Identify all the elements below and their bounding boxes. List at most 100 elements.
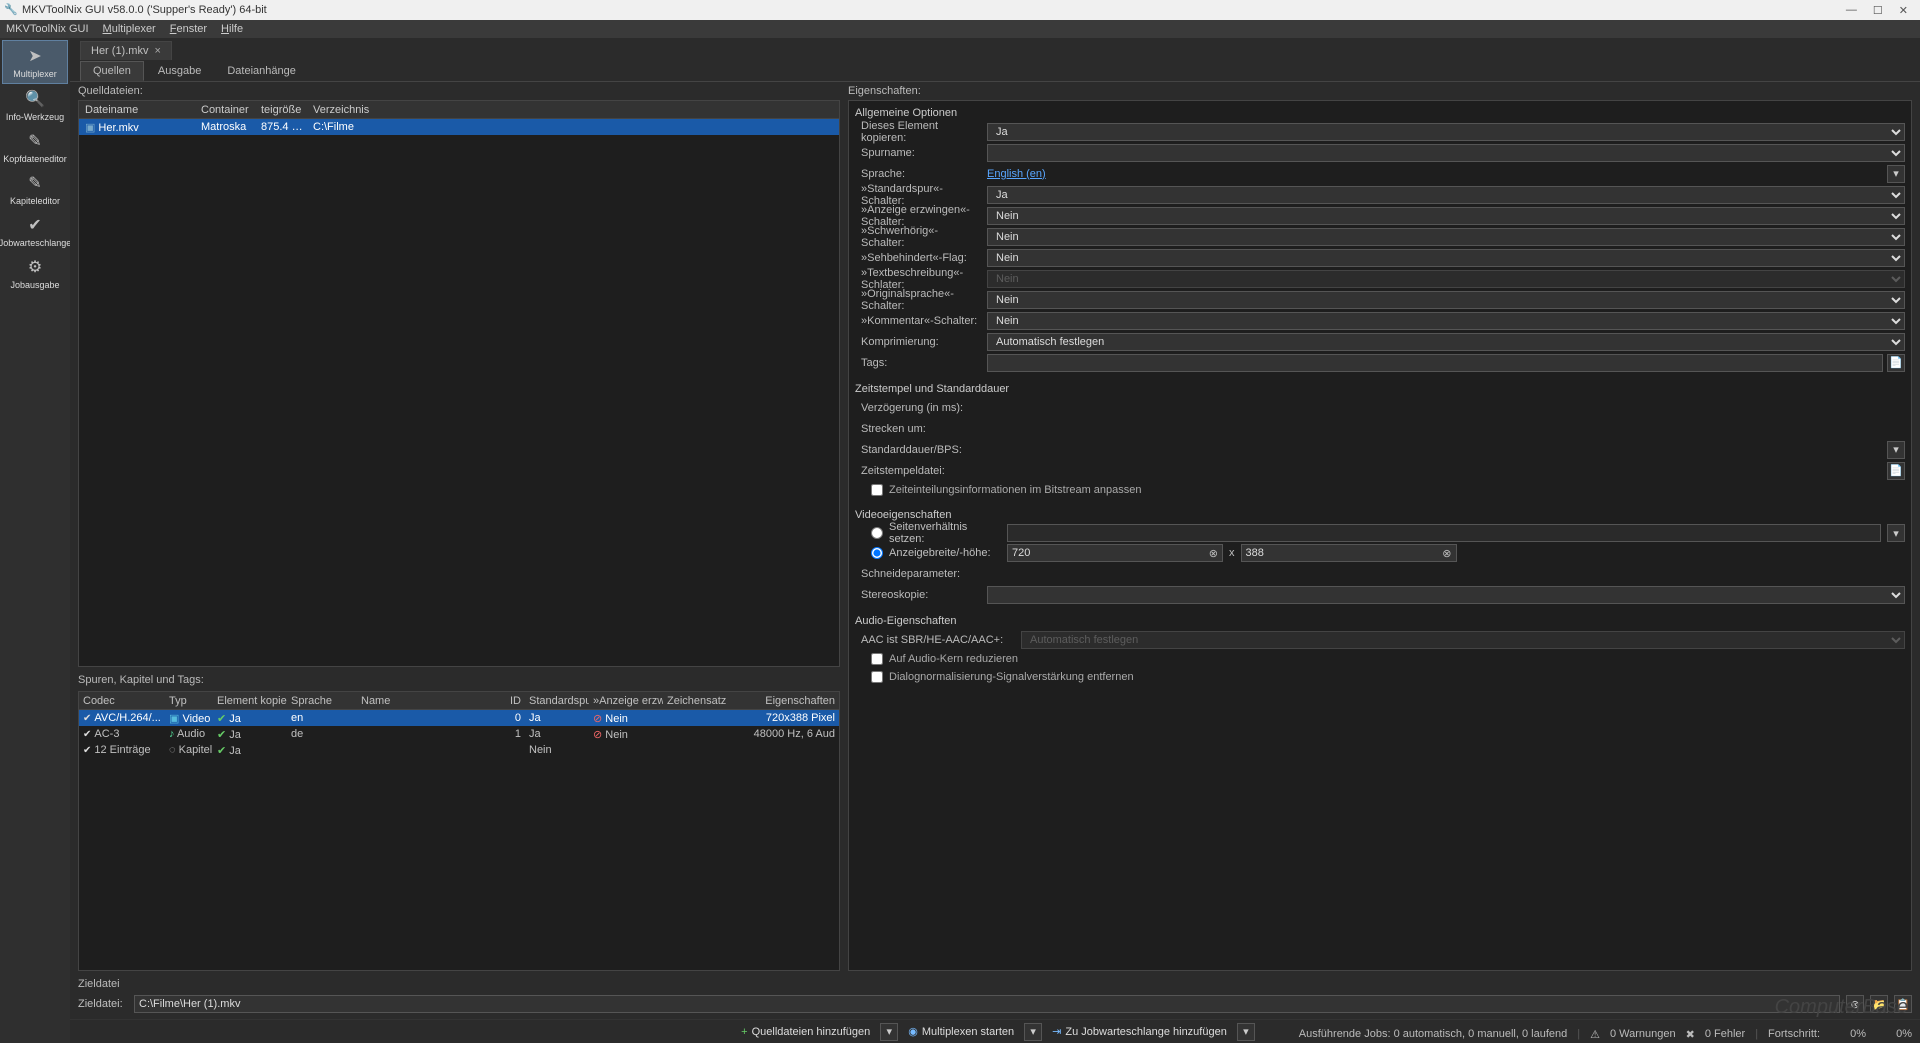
- language-edit-icon[interactable]: ▾: [1887, 165, 1905, 183]
- select-copy-element[interactable]: Ja: [987, 123, 1905, 141]
- menu-app[interactable]: MKVToolNix GUI: [6, 23, 89, 35]
- col-forced[interactable]: »Anzeige erzwinge: [589, 695, 663, 707]
- select-blind-flag[interactable]: Nein: [987, 249, 1905, 267]
- check-reduce-core[interactable]: [871, 653, 883, 665]
- select-textdesc-switch: Nein: [987, 270, 1905, 288]
- clear-dest-icon[interactable]: ⊗: [1846, 995, 1864, 1013]
- col-charset[interactable]: Zeichensatz: [663, 695, 739, 707]
- tab-attachments[interactable]: Dateianhänge: [215, 62, 308, 80]
- duration-dropdown-icon[interactable]: ▾: [1887, 441, 1905, 459]
- label-reduce-core: Auf Audio-Kern reduzieren: [889, 653, 1018, 665]
- select-compression[interactable]: Automatisch festlegen: [987, 333, 1905, 351]
- select-comment-switch[interactable]: Nein: [987, 312, 1905, 330]
- select-force-switch[interactable]: Nein: [987, 207, 1905, 225]
- to-queue-button[interactable]: ⇥Zu Jobwarteschlange hinzufügen: [1046, 1023, 1233, 1040]
- label-compression: Komprimierung:: [855, 336, 981, 348]
- col-copy[interactable]: Element kopieren: [213, 695, 287, 707]
- add-sources-menu-icon[interactable]: ▾: [880, 1023, 898, 1041]
- recent-dest-icon[interactable]: 📋: [1894, 995, 1912, 1013]
- mux-start-menu-icon[interactable]: ▾: [1024, 1023, 1042, 1041]
- select-trackname[interactable]: [987, 144, 1905, 162]
- track-row-audio[interactable]: AC-3 ♪ Audio ✔ Ja de 1 Ja ⊘ Nein 48000 H…: [79, 726, 839, 742]
- close-tab-icon[interactable]: ×: [154, 45, 160, 57]
- col-filename[interactable]: Dateiname: [79, 104, 195, 116]
- label-comment-switch: »Kommentar«-Schalter:: [855, 315, 981, 327]
- tracks-panel: Codec Typ Element kopieren Sprache Name …: [78, 691, 840, 971]
- close-icon[interactable]: ✕: [1899, 4, 1908, 17]
- label-stretch: Strecken um:: [855, 423, 981, 435]
- language-link[interactable]: English (en): [987, 168, 1883, 180]
- check-dialnorm[interactable]: [871, 671, 883, 683]
- maximize-icon[interactable]: ☐: [1873, 4, 1883, 17]
- col-name[interactable]: Name: [357, 695, 505, 707]
- col-size[interactable]: teigröße: [255, 104, 307, 116]
- tool-job-queue[interactable]: ✔ Jobwarteschlange: [2, 210, 68, 252]
- clear-width-icon[interactable]: ⊗: [1209, 547, 1218, 560]
- status-progress1: 0%: [1830, 1028, 1866, 1040]
- input-aspect: [1007, 524, 1881, 542]
- input-delay[interactable]: [987, 399, 1905, 417]
- clear-height-icon[interactable]: ⊗: [1442, 547, 1451, 560]
- video-type-icon: ▣: [169, 713, 179, 725]
- group-timestamps: Zeitstempel und Standarddauer: [855, 379, 1905, 397]
- tab-sources[interactable]: Quellen: [80, 61, 144, 81]
- col-props[interactable]: Eigenschaften: [739, 695, 839, 707]
- status-errors: 0 Fehler: [1705, 1028, 1745, 1040]
- col-container[interactable]: Container: [195, 104, 255, 116]
- input-duration[interactable]: [987, 441, 1883, 459]
- col-id[interactable]: ID: [505, 695, 525, 707]
- tool-header-editor[interactable]: ✎ Kopfdateneditor: [2, 126, 68, 168]
- mux-start-button[interactable]: ◉Multiplexen starten: [902, 1023, 1020, 1040]
- minimize-icon[interactable]: —: [1846, 4, 1857, 17]
- file-tab[interactable]: Her (1).mkv ×: [80, 41, 172, 60]
- track-row-chapters[interactable]: 12 Einträge ◌ Kapitel ✔ Ja Nein: [79, 742, 839, 758]
- browse-tsfile-icon[interactable]: 📄: [1887, 462, 1905, 480]
- mux-subtabs: Quellen Ausgabe Dateianhänge: [70, 60, 1920, 82]
- radio-dimensions[interactable]: [871, 547, 883, 559]
- input-destfile[interactable]: [134, 995, 1840, 1013]
- tab-output[interactable]: Ausgabe: [146, 62, 213, 80]
- tool-info[interactable]: 🔍 Info-Werkzeug: [2, 84, 68, 126]
- check-bitstream[interactable]: [871, 484, 883, 496]
- menu-multiplexer[interactable]: Multiplexer: [103, 23, 156, 35]
- radio-aspect[interactable]: [871, 527, 883, 539]
- select-origlang-switch[interactable]: Nein: [987, 291, 1905, 309]
- select-deaf-switch[interactable]: Nein: [987, 228, 1905, 246]
- input-height[interactable]: 388⊗: [1241, 544, 1457, 562]
- input-width[interactable]: 720⊗: [1007, 544, 1223, 562]
- select-stereo[interactable]: [987, 586, 1905, 604]
- label-aspect: Seitenverhältnis setzen:: [889, 521, 1001, 545]
- browse-tags-icon[interactable]: 📄: [1887, 354, 1905, 372]
- file-icon: ▣: [85, 122, 95, 134]
- status-progress2: 0%: [1876, 1028, 1912, 1040]
- col-type[interactable]: Typ: [165, 695, 213, 707]
- browse-dest-icon[interactable]: 📁: [1870, 995, 1888, 1013]
- tool-multiplexer[interactable]: ➤ Multiplexer: [2, 40, 68, 84]
- window-title: MKVToolNix GUI v58.0.0 ('Supper's Ready'…: [22, 4, 267, 16]
- status-jobs: Ausführende Jobs: 0 automatisch, 0 manue…: [1299, 1028, 1567, 1040]
- label-destfile: Zieldatei:: [78, 998, 128, 1010]
- tool-chapter-editor[interactable]: ✎ Kapiteleditor: [2, 168, 68, 210]
- sources-panel: Dateiname Container teigröße Verzeichnis…: [78, 100, 840, 667]
- tool-job-output[interactable]: ⚙ Jobausgabe: [2, 252, 68, 294]
- to-queue-menu-icon[interactable]: ▾: [1237, 1023, 1255, 1041]
- col-language[interactable]: Sprache: [287, 695, 357, 707]
- input-tags[interactable]: [987, 354, 1883, 372]
- track-row-video[interactable]: AVC/H.264/... ▣ Video ✔ Ja en 0 Ja ⊘ Nei…: [79, 710, 839, 726]
- input-tsfile[interactable]: [987, 462, 1883, 480]
- add-sources-button[interactable]: +Quelldateien hinzufügen: [735, 1024, 876, 1040]
- col-default[interactable]: Standardspur: [525, 695, 589, 707]
- col-codec[interactable]: Codec: [79, 695, 165, 707]
- tool-sidebar: ➤ Multiplexer 🔍 Info-Werkzeug ✎ Kopfdate…: [0, 38, 70, 1043]
- source-row[interactable]: ▣Her.mkv Matroska 875.4 … C:\Filme: [79, 119, 839, 135]
- aspect-dropdown-icon[interactable]: ▾: [1887, 524, 1905, 542]
- select-default-switch[interactable]: Ja: [987, 186, 1905, 204]
- queue-add-icon: ⇥: [1052, 1025, 1061, 1038]
- col-directory[interactable]: Verzeichnis: [307, 104, 839, 116]
- dim-separator: x: [1229, 547, 1235, 559]
- menu-help[interactable]: Hilfe: [221, 23, 243, 35]
- menu-window[interactable]: Fenster: [170, 23, 207, 35]
- input-stretch[interactable]: [987, 420, 1905, 438]
- label-dialnorm: Dialognormalisierung-Signalverstärkung e…: [889, 671, 1134, 683]
- input-crop[interactable]: [987, 565, 1905, 583]
